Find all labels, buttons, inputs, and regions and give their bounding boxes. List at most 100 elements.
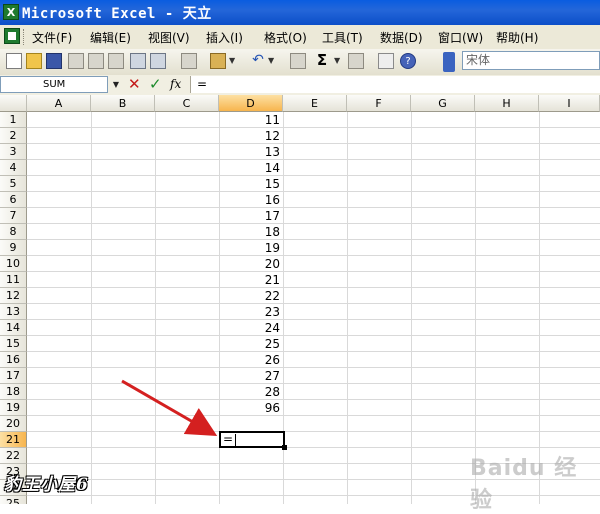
column-header-h[interactable]: H <box>475 95 539 112</box>
save-icon[interactable] <box>46 53 62 69</box>
print-icon[interactable] <box>130 53 146 69</box>
row-header-1[interactable]: 1 <box>0 112 27 128</box>
cell-d13[interactable]: 23 <box>219 304 283 320</box>
undo-icon[interactable]: ↶ <box>250 53 266 69</box>
cell-d17[interactable]: 27 <box>219 368 283 384</box>
cell-d1[interactable]: 11 <box>219 112 283 128</box>
research-icon[interactable] <box>181 53 197 69</box>
row-header-16[interactable]: 16 <box>0 352 27 368</box>
search-icon[interactable] <box>108 53 124 69</box>
row-header-6[interactable]: 6 <box>0 192 27 208</box>
cell-d10[interactable]: 20 <box>219 256 283 272</box>
enter-check-icon[interactable]: ✓ <box>149 75 162 93</box>
row-header-21[interactable]: 21 <box>0 432 27 448</box>
help-icon[interactable]: ? <box>400 53 416 69</box>
cancel-icon[interactable]: ✕ <box>128 75 141 93</box>
hyperlink-icon[interactable] <box>290 53 306 69</box>
row-header-20[interactable]: 20 <box>0 416 27 432</box>
row-header-10[interactable]: 10 <box>0 256 27 272</box>
sort-ascending-icon[interactable] <box>348 53 364 69</box>
menu-tools[interactable]: 工具(T) <box>322 29 363 46</box>
font-name-box[interactable]: 宋体 <box>462 51 600 70</box>
new-document-icon[interactable] <box>6 53 22 69</box>
cell-d9[interactable]: 19 <box>219 240 283 256</box>
worksheet-grid[interactable]: A B C D E F G H I 1 2 3 4 5 6 7 8 9 10 11 12 13 14 15 1… <box>0 95 600 504</box>
row-header-9[interactable]: 9 <box>0 240 27 256</box>
column-header-a[interactable]: A <box>27 95 91 112</box>
row-header-2[interactable]: 2 <box>0 128 27 144</box>
row-header-3[interactable]: 3 <box>0 144 27 160</box>
column-header-b[interactable]: B <box>91 95 155 112</box>
fill-handle[interactable] <box>282 445 287 450</box>
menu-help[interactable]: 帮助(H) <box>496 29 538 46</box>
grid-row-line <box>27 447 600 448</box>
column-header-e[interactable]: E <box>283 95 347 112</box>
toolbar-options-icon[interactable] <box>443 52 455 72</box>
grid-row-line <box>27 175 600 176</box>
cell-d16[interactable]: 26 <box>219 352 283 368</box>
insert-function-icon[interactable]: fx <box>170 77 181 91</box>
open-folder-icon[interactable] <box>26 53 42 69</box>
cell-d6[interactable]: 16 <box>219 192 283 208</box>
excel-icon[interactable]: X <box>3 4 19 20</box>
row-header-13[interactable]: 13 <box>0 304 27 320</box>
menu-view[interactable]: 视图(V) <box>148 29 190 46</box>
menu-edit[interactable]: 编辑(E) <box>90 29 131 46</box>
row-header-15[interactable]: 15 <box>0 336 27 352</box>
row-header-19[interactable]: 19 <box>0 400 27 416</box>
formula-input[interactable]: = <box>190 76 600 93</box>
cell-d7[interactable]: 17 <box>219 208 283 224</box>
menu-format[interactable]: 格式(O) <box>264 29 307 46</box>
row-header-25[interactable]: 25 <box>0 496 27 504</box>
active-cell-d21[interactable]: = <box>219 431 285 448</box>
email-icon[interactable] <box>88 53 104 69</box>
grid-row-line <box>27 431 600 432</box>
row-header-5[interactable]: 5 <box>0 176 27 192</box>
print-preview-icon[interactable] <box>150 53 166 69</box>
row-header-4[interactable]: 4 <box>0 160 27 176</box>
column-header-d[interactable]: D <box>219 95 283 112</box>
cell-d15[interactable]: 25 <box>219 336 283 352</box>
row-header-14[interactable]: 14 <box>0 320 27 336</box>
row-header-22[interactable]: 22 <box>0 448 27 464</box>
row-header-12[interactable]: 12 <box>0 288 27 304</box>
column-header-f[interactable]: F <box>347 95 411 112</box>
column-header-g[interactable]: G <box>411 95 475 112</box>
chart-icon[interactable] <box>378 53 394 69</box>
cell-d12[interactable]: 22 <box>219 288 283 304</box>
row-header-17[interactable]: 17 <box>0 368 27 384</box>
select-all-corner[interactable] <box>0 95 27 112</box>
name-box-dropdown-icon[interactable]: ▼ <box>109 77 123 93</box>
menu-data[interactable]: 数据(D) <box>380 29 423 46</box>
grid-row-line <box>27 223 600 224</box>
grid-row-line <box>27 271 600 272</box>
cell-d19[interactable]: 96 <box>219 400 283 416</box>
cell-d3[interactable]: 13 <box>219 144 283 160</box>
cell-d5[interactable]: 15 <box>219 176 283 192</box>
cell-d11[interactable]: 21 <box>219 272 283 288</box>
autosum-dropdown-icon[interactable]: ▼ <box>334 53 342 69</box>
paste-icon[interactable] <box>210 53 226 69</box>
workbook-icon[interactable] <box>4 28 20 44</box>
name-box[interactable]: SUM <box>0 76 108 93</box>
column-header-i[interactable]: I <box>539 95 600 112</box>
permission-icon[interactable] <box>68 53 84 69</box>
cell-d8[interactable]: 18 <box>219 224 283 240</box>
autosum-icon[interactable]: Σ <box>314 53 330 69</box>
menu-window[interactable]: 窗口(W) <box>438 29 483 46</box>
paste-dropdown-icon[interactable]: ▼ <box>229 53 237 69</box>
undo-dropdown-icon[interactable]: ▼ <box>268 53 276 69</box>
row-header-7[interactable]: 7 <box>0 208 27 224</box>
cell-d2[interactable]: 12 <box>219 128 283 144</box>
row-header-11[interactable]: 11 <box>0 272 27 288</box>
row-header-18[interactable]: 18 <box>0 384 27 400</box>
cell-d14[interactable]: 24 <box>219 320 283 336</box>
menu-insert[interactable]: 插入(I) <box>206 29 243 46</box>
grid-row-line <box>27 207 600 208</box>
menu-grip[interactable] <box>23 29 27 45</box>
cell-d18[interactable]: 28 <box>219 384 283 400</box>
menu-file[interactable]: 文件(F) <box>32 29 72 46</box>
row-header-8[interactable]: 8 <box>0 224 27 240</box>
cell-d4[interactable]: 14 <box>219 160 283 176</box>
column-header-c[interactable]: C <box>155 95 219 112</box>
